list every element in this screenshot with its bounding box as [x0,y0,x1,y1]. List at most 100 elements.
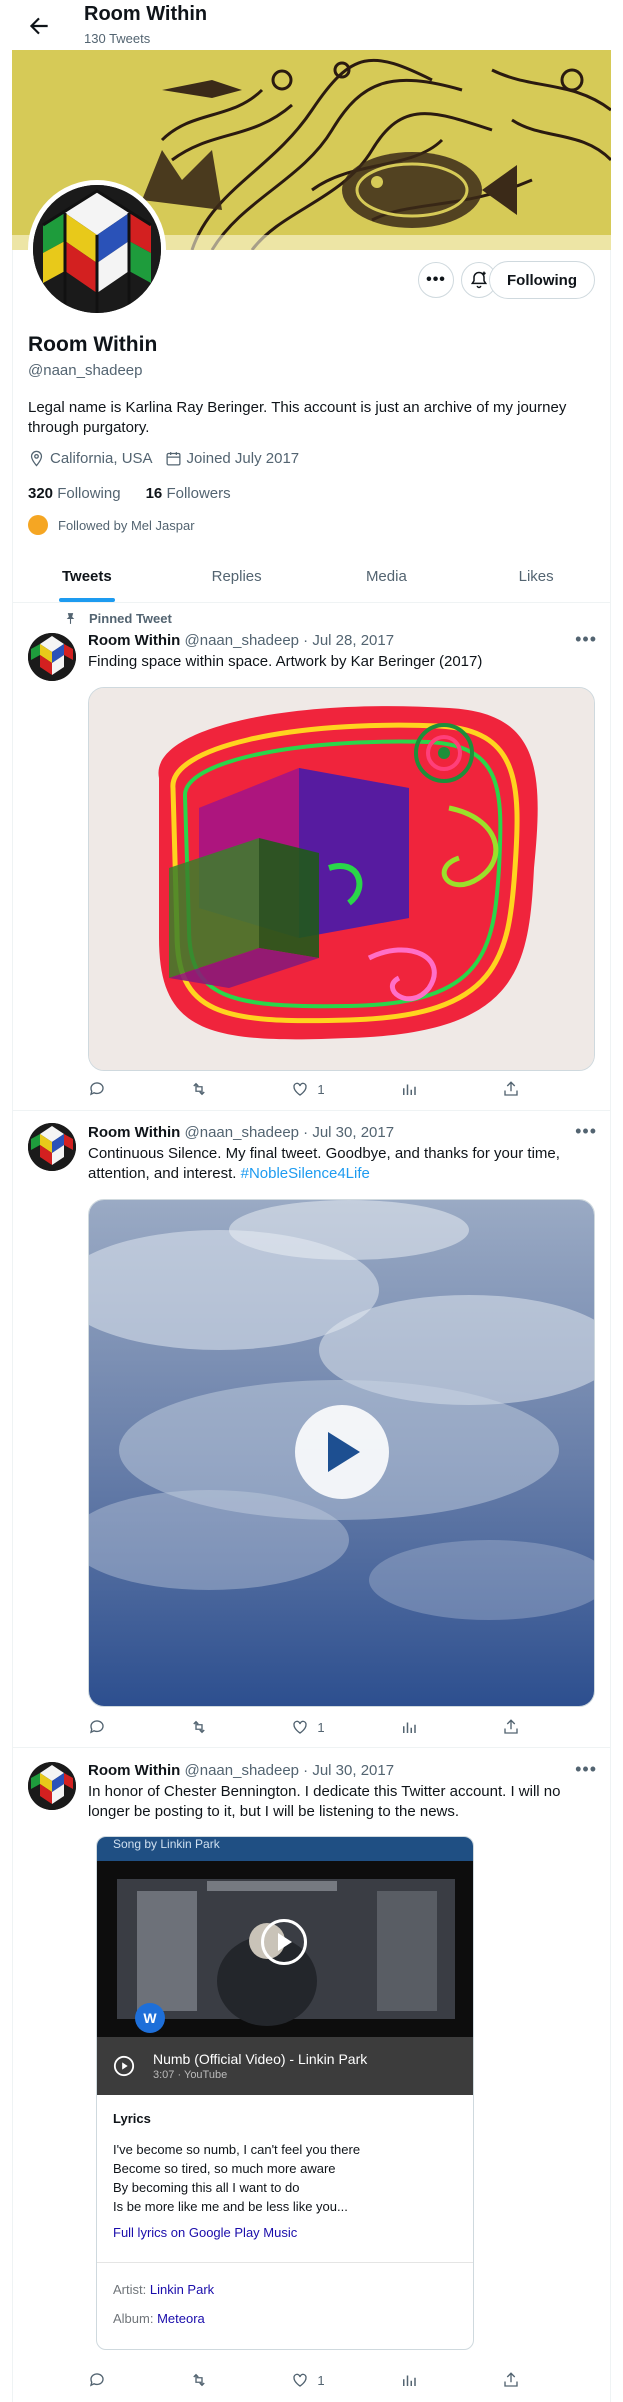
followers-stat[interactable]: 16 Followers [146,485,231,502]
share-button[interactable] [502,1079,528,1099]
card-footer: Artist: Linkin Park Album: Meteora [97,2262,473,2345]
album-link[interactable]: Meteora [157,2311,205,2326]
share-button[interactable] [502,2370,528,2390]
following-button[interactable]: Following [489,261,595,299]
reply-icon [89,1082,104,1096]
tweet-image-artwork[interactable] [88,687,595,1071]
card-video-meta: 3:07 · YouTube [153,2069,228,2081]
like-button[interactable]: 1 [291,1079,325,1099]
like-button[interactable]: 1 [291,2370,325,2390]
tweet-handle-date[interactable]: @naan_shadeep · Jul 30, 2017 [185,1762,395,1779]
like-count: 1 [317,1719,325,1735]
pinned-label: Pinned Tweet [64,611,172,626]
analytics-button[interactable] [400,1717,426,1737]
play-icon [278,1933,292,1951]
tab-media[interactable]: Media [312,550,462,602]
heart-icon [293,1082,308,1096]
tweet-actions: 1 [88,1717,528,1737]
profile-bio: Legal name is Karlina Ray Beringer. This… [28,399,567,436]
back-arrow-icon[interactable] [26,13,52,39]
tweet-more-icon[interactable]: ••• [575,629,597,650]
play-icon [328,1432,360,1472]
tweet-handle-date[interactable]: @naan_shadeep · Jul 28, 2017 [185,632,395,649]
tweet-avatar[interactable] [28,633,76,681]
retweet-button[interactable] [190,1079,216,1099]
full-lyrics-link[interactable]: Full lyrics on Google Play Music [113,2223,457,2242]
tweet-text: Continuous Silence. My final tweet. Good… [88,1145,560,1182]
warner-logo-icon: W [135,2003,165,2033]
profile-location: California, USA [50,450,153,467]
more-options-button[interactable]: ••• [418,262,454,298]
card-video-title: Numb (Official Video) - Linkin Park [153,2051,368,2067]
tweet-author-name[interactable]: Room Within [88,1124,180,1141]
artist-link[interactable]: Linkin Park [150,2282,214,2297]
music-card[interactable]: Song by Linkin Park W Numb (Official Vid… [96,1836,474,2350]
tab-likes[interactable]: Likes [461,550,611,602]
heart-icon [293,2373,308,2387]
tab-tweets[interactable]: Tweets [12,550,162,602]
tweet-card[interactable]: Room Within @naan_shadeep · Jul 30, 2017… [12,1748,611,2402]
profile-name: Room Within [28,333,158,356]
like-count: 1 [317,1081,325,1097]
lyrics-line: Is be more like me and be less like you.… [113,2199,348,2214]
share-icon [504,1081,518,1096]
tweet-header: Room Within @naan_shadeep · Jul 30, 2017 [88,1124,394,1141]
profile-stats: 320 Following 16 Followers [28,485,231,502]
profile-avatar[interactable] [28,180,166,318]
retweet-icon [192,1720,205,1734]
bell-plus-icon [470,271,488,289]
tweet-avatar[interactable] [28,1123,76,1171]
analytics-button[interactable] [400,1079,426,1099]
profile-tabs: Tweets Replies Media Likes [12,550,611,603]
profile-meta: California, USA Joined July 2017 [28,450,311,467]
analytics-icon [403,1084,417,1095]
analytics-button[interactable] [400,2370,426,2390]
analytics-icon [403,2375,417,2386]
card-video-info[interactable]: Numb (Official Video) - Linkin Park 3:07… [97,2037,473,2095]
pin-icon [66,613,75,624]
calendar-icon [166,452,181,466]
like-button[interactable]: 1 [291,1717,325,1737]
reply-button[interactable] [88,1717,114,1737]
share-icon [504,1719,518,1734]
retweet-button[interactable] [190,1717,216,1737]
tweet-video-player[interactable] [88,1199,595,1707]
retweet-button[interactable] [190,2370,216,2390]
analytics-icon [403,1722,417,1733]
followed-by[interactable]: Followed by Mel Jaspar [28,515,195,535]
card-play-button[interactable] [261,1919,307,1965]
share-button[interactable] [502,1717,528,1737]
tweet-more-icon[interactable]: ••• [575,1121,597,1142]
lyrics-line: By becoming this all I want to do [113,2180,300,2195]
tweet-video[interactable]: Room Within @naan_shadeep · Jul 30, 2017… [12,1111,611,1748]
more-dots-icon: ••• [426,271,446,288]
hashtag-link[interactable]: #NobleSilence4Life [241,1165,370,1182]
like-count: 1 [317,2372,325,2388]
play-button[interactable] [295,1405,389,1499]
tweet-text: Finding space within space. Artwork by K… [88,653,483,670]
tweet-header: Room Within @naan_shadeep · Jul 30, 2017 [88,1762,394,1779]
reply-button[interactable] [88,1079,114,1099]
tweet-more-icon[interactable]: ••• [575,1759,597,1780]
tweet-handle-date[interactable]: @naan_shadeep · Jul 30, 2017 [185,1124,395,1141]
heart-icon [293,1720,308,1734]
tweet-author-name[interactable]: Room Within [88,632,180,649]
profile-handle: @naan_shadeep [28,362,143,379]
reply-button[interactable] [88,2370,114,2390]
location-icon [30,450,43,467]
tweet-author-name[interactable]: Room Within [88,1762,180,1779]
tweet-pinned[interactable]: Pinned Tweet Room Within @naan_shadeep ·… [12,603,611,1111]
reply-icon [89,2373,104,2387]
card-song-by: Song by Linkin Park [97,1837,473,1861]
header-tweet-count: 130 Tweets [84,31,151,46]
tweet-text: In honor of Chester Bennington. I dedica… [88,1783,561,1820]
share-icon [504,2372,518,2387]
card-lyrics: Lyrics I've become so numb, I can't feel… [97,2095,473,2242]
tab-replies[interactable]: Replies [162,550,312,602]
lyrics-line: I've become so numb, I can't feel you th… [113,2142,361,2157]
follower-avatar [28,515,48,535]
card-video-thumbnail[interactable]: W [97,1861,473,2037]
tweet-avatar[interactable] [28,1762,76,1810]
following-stat[interactable]: 320 Following [28,485,121,502]
reply-icon [89,1720,104,1734]
